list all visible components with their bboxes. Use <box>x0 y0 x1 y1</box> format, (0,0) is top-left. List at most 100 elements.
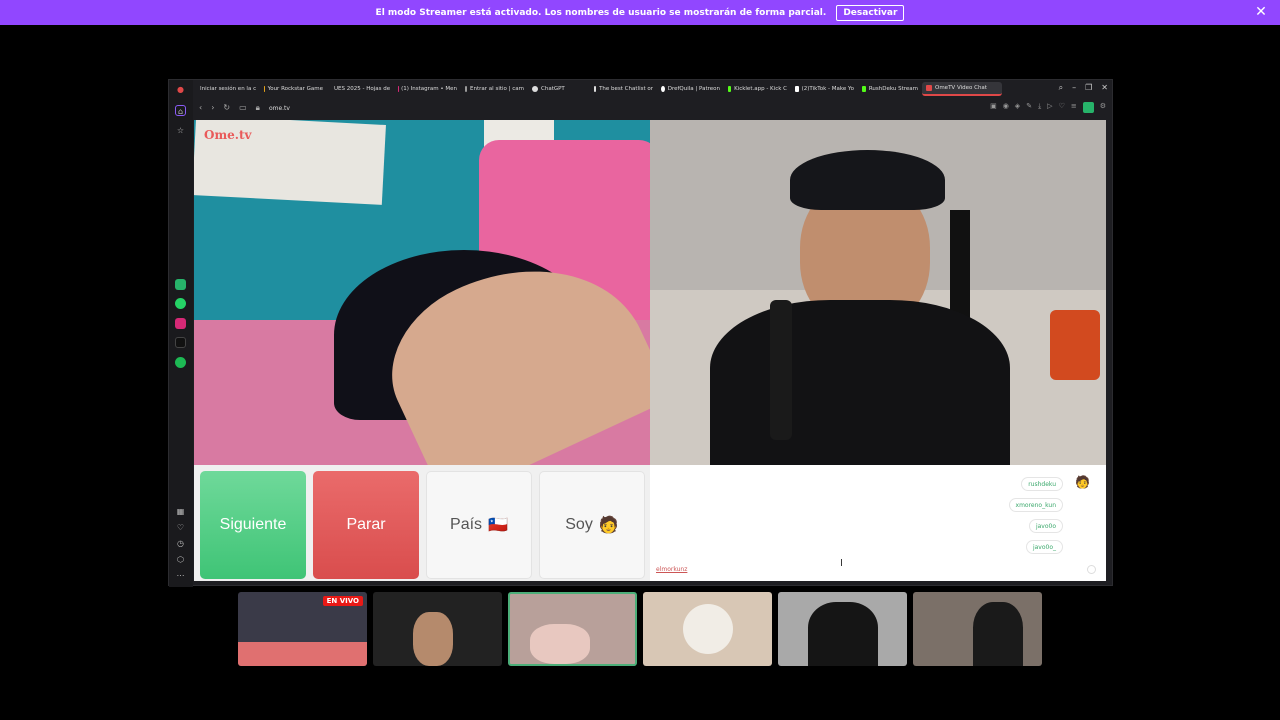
tab-favicon-icon <box>264 86 265 92</box>
tab-label: OmeTV Video Chat <box>935 85 987 91</box>
tab-bar: Iniciar sesión en la c Your Rockstar Gam… <box>193 80 1112 98</box>
tab[interactable]: (2)TikTok - Make Yo <box>791 82 858 96</box>
thumbnail-live[interactable]: EN VIVO <box>238 592 367 666</box>
more-icon[interactable]: ⋯ <box>175 570 186 581</box>
tab[interactable]: Kicklet.app - Kick C <box>724 82 791 96</box>
tab-label: The best Chatlist or <box>599 86 653 92</box>
whatsapp-icon[interactable] <box>175 298 186 309</box>
chat-message: javo0o_ <box>1025 540 1063 554</box>
url-field[interactable]: ome.tv <box>269 105 290 112</box>
reload-icon[interactable]: ↻ <box>223 103 230 113</box>
grid-icon[interactable]: ▦ <box>175 506 186 517</box>
back-icon[interactable]: ‹ <box>199 103 202 113</box>
tab[interactable]: Entrar al sitio | cam <box>461 82 528 96</box>
country-button[interactable]: País 🇨🇱 <box>426 471 532 579</box>
chat-message: rushdeku <box>1021 477 1063 491</box>
instagram-icon[interactable] <box>175 318 186 329</box>
torso <box>710 300 1010 465</box>
tab-favicon-icon <box>532 86 538 92</box>
thumbnail-scene <box>808 602 878 666</box>
ometv-logo: Ome.tv <box>204 128 252 142</box>
tab-label: UES 2025 - Hojas de <box>334 86 391 92</box>
menu-icon[interactable]: ≡ <box>1071 102 1077 113</box>
tab[interactable]: Your Rockstar Game <box>260 82 327 96</box>
thumbnail[interactable] <box>643 592 772 666</box>
tab-label: (2)TikTok - Make Yo <box>801 86 854 92</box>
country-label: País <box>450 516 483 533</box>
tab-favicon-icon <box>661 86 665 92</box>
tab-icon[interactable]: ▭ <box>239 103 247 113</box>
forward-icon[interactable]: › <box>211 103 214 113</box>
thumbnail[interactable] <box>778 592 907 666</box>
tab-favicon-icon <box>862 86 866 92</box>
deactivate-button[interactable]: Desactivar <box>836 4 905 21</box>
emoji-icon[interactable] <box>1087 565 1096 574</box>
home-icon[interactable]: ⌂ <box>175 105 186 116</box>
address-bar: ‹ › ↻ ▭ 🔒︎ ome.tv ▣ ◉ ◈ ✎ ⤓ ▷ ♡ ≡ ⚙ <box>193 99 1112 117</box>
bookmark-icon[interactable]: ♡ <box>1059 102 1065 113</box>
tab[interactable]: ChatGPT <box>528 82 590 96</box>
snapshot-icon[interactable]: ▣ <box>990 102 997 113</box>
star-icon[interactable]: ☆ <box>175 125 186 136</box>
tab-active[interactable]: OmeTV Video Chat <box>922 82 1002 96</box>
tab[interactable]: (1) Instagram • Men <box>394 82 461 96</box>
search-icon[interactable]: ⌕ <box>1059 83 1063 93</box>
ometv-page: Ome.tv Siguiente Parar País 🇨🇱 Soy 🧑 rushd… <box>194 120 1106 581</box>
tab-favicon-icon <box>594 86 597 92</box>
tab-label: Your Rockstar Game <box>267 86 323 92</box>
shield-icon[interactable]: ◈ <box>1015 102 1020 113</box>
tiktok-icon[interactable] <box>175 337 186 348</box>
chat-controls: Siguiente Parar País 🇨🇱 Soy 🧑 <box>194 465 650 581</box>
download-icon[interactable]: ⤓ <box>1038 102 1041 113</box>
gender-button[interactable]: Soy 🧑 <box>539 471 645 579</box>
tab-label: (1) Instagram • Men <box>401 86 457 92</box>
stop-button[interactable]: Parar <box>313 471 419 579</box>
thumbnail[interactable] <box>913 592 1042 666</box>
streamer-webcam <box>650 120 1106 465</box>
tab-favicon-icon <box>465 86 468 92</box>
settings-icon[interactable]: ⚙ <box>1100 102 1106 113</box>
person-icon: 🧑 <box>598 517 619 534</box>
minimize-icon[interactable]: – <box>1072 83 1076 93</box>
chat-message: xmoreno_kun <box>1008 498 1063 512</box>
play-icon[interactable]: ▷ <box>1047 102 1052 113</box>
heart-icon[interactable]: ♡ <box>175 522 186 533</box>
text-cursor-icon: I <box>840 558 843 569</box>
tab-label: Entrar al sitio | cam <box>470 86 524 92</box>
thumbnail[interactable] <box>373 592 502 666</box>
tab-favicon-icon <box>926 85 932 91</box>
tab-label: RushDeku Stream <box>868 86 918 92</box>
live-badge: EN VIVO <box>322 596 363 606</box>
close-icon[interactable]: ✕ <box>1254 5 1268 19</box>
tab[interactable]: DrefQuila | Patreon <box>657 82 724 96</box>
extension-icon[interactable]: ✎ <box>1026 102 1032 113</box>
stop-label: Parar <box>346 516 386 533</box>
tab[interactable]: Iniciar sesión en la c <box>193 82 260 96</box>
next-button[interactable]: Siguiente <box>200 471 306 579</box>
history-icon[interactable]: ◷ <box>175 538 186 549</box>
browser-logo-icon: ● <box>177 85 184 94</box>
thumbnail-scene <box>238 642 367 666</box>
profile-icon[interactable] <box>1082 102 1094 113</box>
thumbnail-selected[interactable] <box>508 592 637 666</box>
nav-buttons: ‹ › ↻ ▭ 🔒︎ <box>199 103 260 113</box>
close-window-icon[interactable]: ✕ <box>1101 83 1108 93</box>
gender-label: Soy <box>565 516 593 533</box>
person-icon: 🧑 <box>1075 475 1090 489</box>
tab[interactable]: UES 2025 - Hojas de <box>327 82 394 96</box>
browser-sidebar: ● ⌂ ☆ ▦ ♡ ◷ ⬡ ⋯ <box>169 80 193 587</box>
spotify-icon[interactable] <box>175 357 186 368</box>
chat-message: javo0o <box>1028 519 1063 533</box>
tab[interactable]: The best Chatlist or <box>590 82 657 96</box>
cube-icon[interactable]: ⬡ <box>175 554 186 565</box>
tab-label: Iniciar sesión en la c <box>200 86 257 92</box>
tab[interactable]: RushDeku Stream <box>858 82 922 96</box>
stranger-video: Ome.tv <box>194 120 650 465</box>
maximize-icon[interactable]: ❐ <box>1085 83 1092 93</box>
cap <box>790 150 945 210</box>
camera-icon[interactable]: ◉ <box>1003 102 1009 113</box>
toolbar-icons: ▣ ◉ ◈ ✎ ⤓ ▷ ♡ ≡ ⚙ <box>990 102 1106 113</box>
chat-input[interactable]: elmorkunz <box>656 566 687 573</box>
tab-label: ChatGPT <box>541 86 565 92</box>
app-green-icon[interactable] <box>175 279 186 290</box>
